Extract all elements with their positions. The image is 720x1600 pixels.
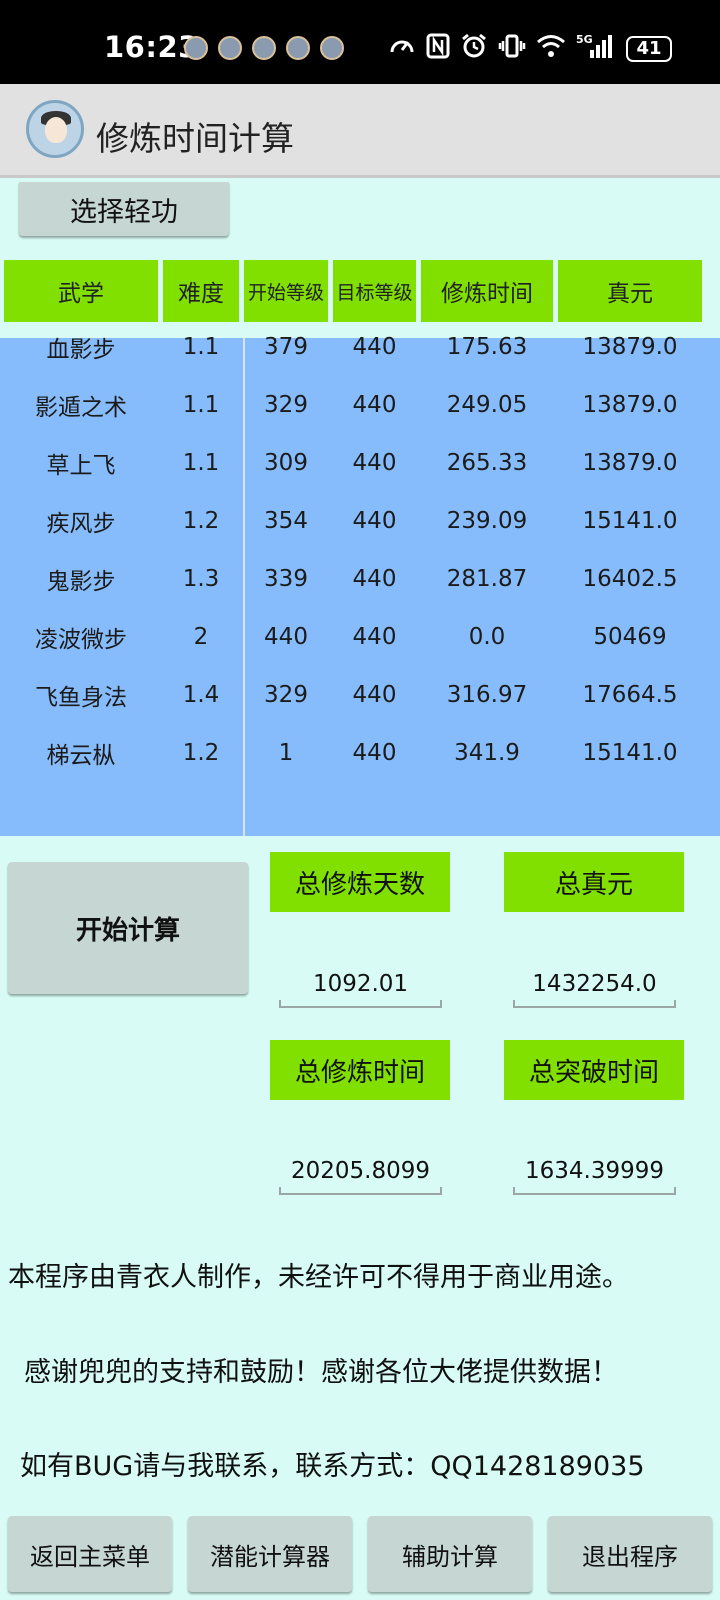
table-row[interactable]: 影遁之术 1.1 329 440 249.05 13879.0	[0, 376, 720, 434]
column-header-skill: 武学	[4, 260, 158, 322]
column-header-time: 修炼时间	[421, 260, 553, 322]
table-row[interactable]: 草上飞 1.1 309 440 265.33 13879.0	[0, 434, 720, 492]
cell-skill: 飞鱼身法	[35, 685, 127, 711]
cell-start-level: 339	[264, 566, 308, 592]
cell-difficulty: 1.2	[182, 508, 220, 534]
cell-zhenyuan: 15141.0	[582, 740, 678, 766]
select-skill-button[interactable]: 选择轻功	[19, 182, 229, 236]
cell-skill: 梯云枞	[46, 743, 116, 769]
total-breakthrough-label: 总突破时间	[504, 1040, 684, 1100]
signal-icon: 5G	[576, 32, 612, 66]
cell-target-level: 440	[352, 624, 397, 650]
cell-zhenyuan: 50469	[593, 624, 667, 650]
cell-zhenyuan: 13879.0	[582, 392, 678, 418]
cell-start-level: 329	[264, 682, 308, 708]
cell-target-level: 440	[352, 682, 397, 708]
potential-calculator-button[interactable]: 潜能计算器	[188, 1516, 352, 1592]
notification-app-icon	[218, 36, 242, 60]
notification-app-icon	[286, 36, 310, 60]
table-row[interactable]: 疾风步 1.2 354 440 239.09 15141.0	[0, 492, 720, 550]
start-calculate-button[interactable]: 开始计算	[8, 862, 248, 994]
column-header-difficulty: 难度	[163, 260, 239, 322]
wifi-icon	[536, 33, 566, 65]
cell-target-level: 440	[352, 508, 397, 534]
notification-icons	[184, 36, 344, 60]
cell-difficulty: 1.1	[182, 334, 220, 360]
vibrate-icon	[498, 32, 526, 66]
total-time-value[interactable]: 20205.8099	[279, 1149, 442, 1195]
cell-start-level: 379	[264, 334, 308, 360]
cell-time: 316.97	[446, 682, 528, 708]
cell-time: 265.33	[446, 450, 528, 476]
cell-target-level: 440	[352, 334, 397, 360]
table-row[interactable]: 飞鱼身法 1.4 329 440 316.97 17664.5	[0, 666, 720, 724]
cell-start-level: 354	[264, 508, 308, 534]
copyright-note: 本程序由青衣人制作，未经许可不得用于商业用途。	[8, 1262, 629, 1293]
cell-start-level: 309	[264, 450, 308, 476]
cell-skill: 疾风步	[46, 511, 116, 537]
table-row[interactable]: 梯云枞 1.2 1 440 341.9 15141.0	[0, 724, 720, 782]
cell-difficulty: 1.3	[182, 566, 220, 592]
cell-zhenyuan: 13879.0	[582, 450, 678, 476]
total-time-label: 总修炼时间	[270, 1040, 450, 1100]
cell-start-level: 1	[278, 740, 294, 766]
skills-table[interactable]: 血影步 1.1 379 440 175.63 13879.0 影遁之术 1.1 …	[0, 334, 720, 836]
cell-difficulty: 1.2	[182, 740, 220, 766]
cell-zhenyuan: 17664.5	[582, 682, 678, 708]
cell-target-level: 440	[352, 392, 397, 418]
cell-time: 0.0	[468, 624, 506, 650]
app-avatar-icon	[26, 100, 84, 158]
table-row[interactable]: 鬼影步 1.3 339 440 281.87 16402.5	[0, 550, 720, 608]
table-row[interactable]: 血影步 1.1 379 440 175.63 13879.0	[0, 318, 720, 376]
system-icons: 5G 41	[388, 32, 672, 66]
cell-skill: 血影步	[46, 337, 116, 363]
cell-time: 175.63	[446, 334, 528, 360]
cell-start-level: 440	[264, 624, 308, 650]
cell-skill: 凌波微步	[35, 627, 127, 653]
back-to-main-menu-button[interactable]: 返回主菜单	[8, 1516, 172, 1592]
cell-difficulty: 2	[193, 624, 209, 650]
cell-zhenyuan: 16402.5	[582, 566, 678, 592]
svg-text:5G: 5G	[576, 33, 593, 46]
cell-difficulty: 1.4	[182, 682, 220, 708]
cell-target-level: 440	[352, 450, 397, 476]
cell-skill: 影遁之术	[35, 395, 127, 421]
notification-app-icon	[184, 36, 208, 60]
notification-app-icon	[320, 36, 344, 60]
total-days-value[interactable]: 1092.01	[279, 962, 442, 1008]
thanks-note: 感谢兜兜的支持和鼓励！感谢各位大佬提供数据！	[24, 1357, 618, 1388]
cell-difficulty: 1.1	[182, 392, 220, 418]
cell-skill: 草上飞	[46, 453, 116, 479]
column-header-target-level: 目标等级	[333, 260, 416, 322]
cell-time: 341.9	[454, 740, 520, 766]
app-bar: 修炼时间计算	[0, 84, 720, 178]
auxiliary-calculation-button[interactable]: 辅助计算	[368, 1516, 532, 1592]
notification-app-icon	[252, 36, 276, 60]
column-header-zhenyuan: 真元	[558, 260, 702, 322]
cell-target-level: 440	[352, 566, 397, 592]
cell-difficulty: 1.1	[182, 450, 220, 476]
exit-program-button[interactable]: 退出程序	[548, 1516, 712, 1592]
total-zhenyuan-value[interactable]: 1432254.0	[513, 962, 676, 1008]
contact-note: 如有BUG请与我联系，联系方式：QQ1428189035	[20, 1451, 645, 1482]
battery-indicator: 41	[626, 36, 672, 62]
nfc-icon	[426, 32, 450, 66]
cell-time: 249.05	[446, 392, 528, 418]
cell-start-level: 329	[264, 392, 308, 418]
total-zhenyuan-label: 总真元	[504, 852, 684, 912]
alarm-icon	[460, 32, 488, 66]
cell-target-level: 440	[352, 740, 397, 766]
cell-zhenyuan: 13879.0	[582, 334, 678, 360]
page-title: 修炼时间计算	[96, 119, 294, 158]
column-header-start-level: 开始等级	[244, 260, 328, 322]
total-breakthrough-value[interactable]: 1634.39999	[513, 1149, 676, 1195]
table-row[interactable]: 凌波微步 2 440 440 0.0 50469	[0, 608, 720, 666]
cell-skill: 鬼影步	[46, 569, 116, 595]
cell-time: 239.09	[446, 508, 528, 534]
cell-zhenyuan: 15141.0	[582, 508, 678, 534]
speedometer-icon	[388, 32, 416, 66]
status-bar: 16:23 5G 41	[0, 0, 720, 84]
cell-time: 281.87	[446, 566, 528, 592]
total-days-label: 总修炼天数	[270, 852, 450, 912]
